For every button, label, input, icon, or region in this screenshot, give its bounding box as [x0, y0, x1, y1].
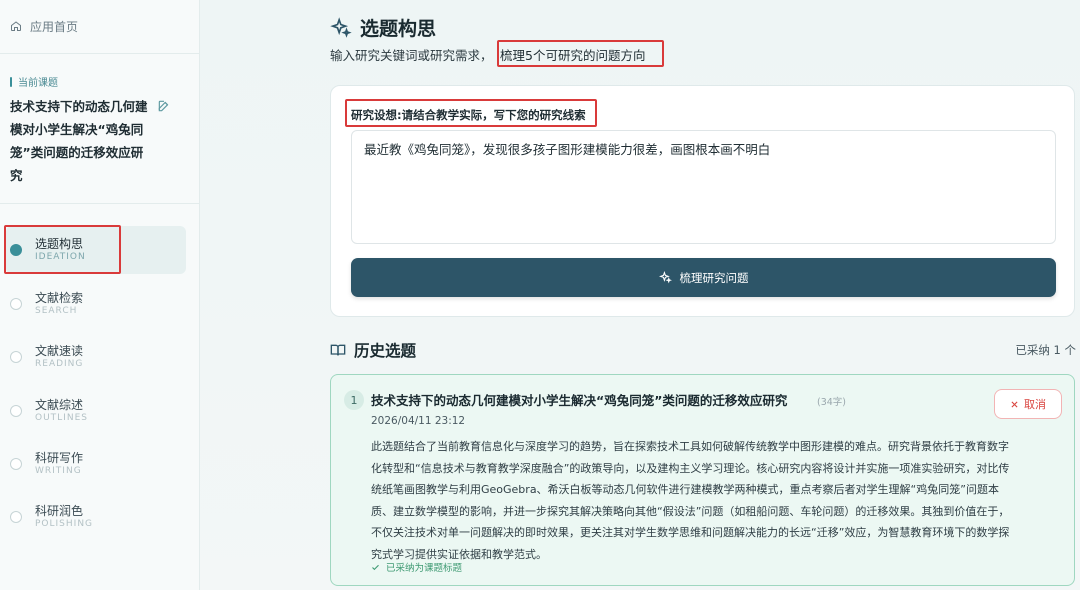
nav-item-sublabel: IDEATION	[35, 252, 86, 262]
home-link[interactable]: 应用首页	[10, 14, 78, 38]
nav-item-sublabel: READING	[35, 359, 84, 369]
sparkle-icon	[330, 16, 352, 38]
nav-item-label: 文献综述	[35, 398, 84, 412]
history-item-date: 2026/04/11 23:12	[371, 415, 466, 427]
idea-textarea[interactable]	[351, 130, 1056, 244]
nav-item-sublabel: POLISHING	[35, 519, 94, 529]
adopted-status-label: 已采纳为课题标题	[386, 563, 463, 574]
nav-status-dot	[10, 405, 22, 417]
nav-item-label: 科研写作	[35, 451, 84, 465]
idea-input-card: 研究设想:请结合教学实际，写下您的研究线索 梳理研究问题	[330, 85, 1075, 317]
generate-questions-button[interactable]: 梳理研究问题	[351, 258, 1056, 297]
sidebar: 应用首页 当前课题 技术支持下的动态几何建模对小学生解决“鸡兔同笼”类问题的迁移…	[0, 0, 200, 590]
current-topic-text: 技术支持下的动态几何建模对小学生解决“鸡兔同笼”类问题的迁移效应研究	[10, 99, 148, 183]
nav-status-dot	[10, 244, 22, 256]
nav-status-dot	[10, 298, 22, 310]
nav-item-sublabel: WRITING	[35, 466, 82, 476]
nav-item-label: 选题构思	[35, 237, 84, 251]
history-header: 历史选题	[330, 339, 416, 361]
history-item-char-count: (34字)	[817, 397, 847, 408]
adopted-count: 已采纳 1 个	[1015, 343, 1076, 357]
nav-status-dot	[10, 511, 22, 523]
generate-button-label: 梳理研究问题	[679, 270, 749, 285]
divider	[0, 203, 199, 204]
history-title: 历史选题	[354, 342, 417, 360]
home-icon	[11, 21, 21, 31]
idea-label: 研究设想:请结合教学实际，写下您的研究线索	[351, 108, 586, 122]
close-icon	[1011, 400, 1018, 408]
sidebar-nav-item[interactable]: 选题构思 IDEATION	[6, 226, 186, 274]
cancel-adopt-button[interactable]: 取消	[994, 389, 1062, 419]
sidebar-nav-item[interactable]: 文献检索 SEARCH	[6, 280, 186, 328]
nav-item-label: 文献检索	[35, 291, 84, 305]
history-item-index: 1	[344, 390, 364, 410]
current-topic-label: 当前课题	[10, 74, 58, 89]
nav-item-sublabel: OUTLINES	[35, 413, 88, 423]
page-header: 选题构思	[330, 14, 436, 41]
home-label: 应用首页	[30, 19, 79, 34]
history-item-topic: 技术支持下的动态几何建模对小学生解决“鸡兔同笼”类问题的迁移效应研究	[371, 393, 788, 408]
label-bar	[10, 76, 12, 87]
nav-status-dot	[10, 351, 22, 363]
sparkle-icon	[658, 271, 672, 284]
page-subtitle: 输入研究关键词或研究需求，	[330, 48, 493, 63]
check-icon	[372, 564, 379, 570]
book-icon	[330, 344, 346, 356]
current-label-text: 当前课题	[18, 78, 58, 89]
nav-item-label: 科研润色	[35, 504, 84, 518]
edit-icon[interactable]	[157, 99, 171, 113]
page-title: 选题构思	[360, 18, 437, 40]
sidebar-nav-item[interactable]: 科研写作 WRITING	[6, 440, 186, 488]
adopted-status: 已采纳为课题标题	[371, 560, 462, 574]
sidebar-nav-item[interactable]: 文献速读 READING	[6, 333, 186, 381]
divider	[0, 53, 199, 54]
nav-status-dot	[10, 458, 22, 470]
cancel-button-label: 取消	[1024, 398, 1046, 411]
nav-item-label: 文献速读	[35, 344, 84, 358]
sidebar-nav-item[interactable]: 文献综述 OUTLINES	[6, 387, 186, 435]
history-item[interactable]: 1 技术支持下的动态几何建模对小学生解决“鸡兔同笼”类问题的迁移效应研究 (34…	[330, 374, 1075, 586]
subtitle-highlight: 梳理5个可研究的问题方向	[500, 48, 646, 63]
nav-item-sublabel: SEARCH	[35, 306, 78, 316]
sidebar-nav-item[interactable]: 科研润色 POLISHING	[6, 493, 186, 541]
history-item-description: 此选题结合了当前教育信息化与深度学习的趋势，旨在探索技术工具如何破解传统教学中图…	[371, 440, 1010, 561]
